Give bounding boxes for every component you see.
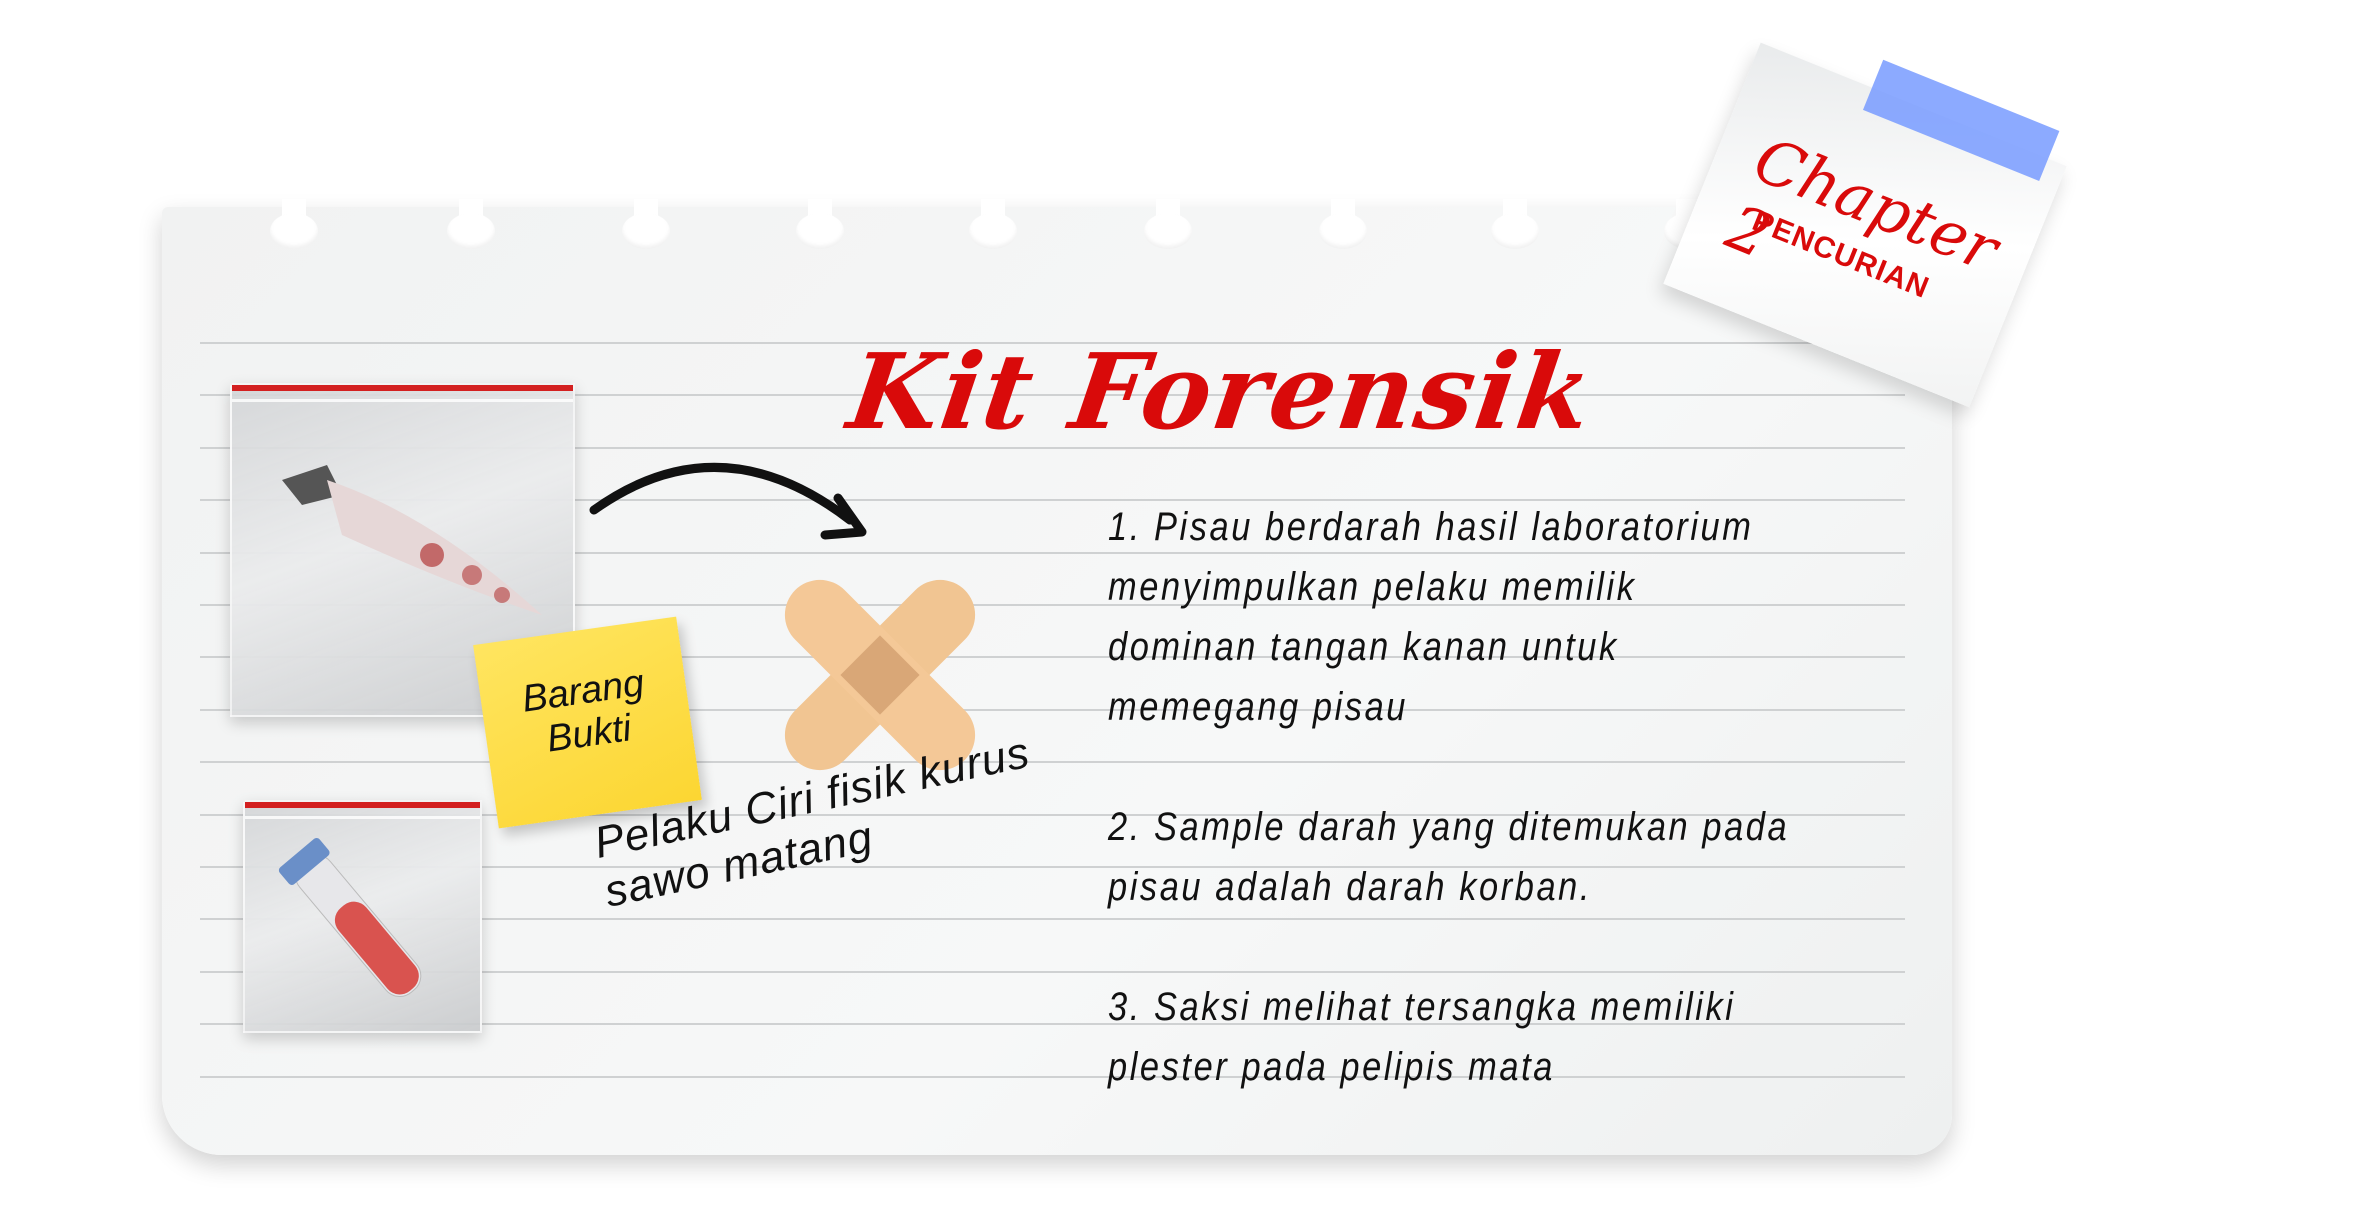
binder-hole: [270, 199, 318, 255]
note-line: 2. Sample darah yang ditemukan pada: [1108, 805, 1790, 849]
note-line: plester pada pelipis mata: [1108, 1045, 1555, 1089]
note-line: memegang pisau: [1108, 685, 1409, 729]
blood-tube-evidence-bag: [243, 800, 482, 1033]
arrow-icon: [589, 463, 867, 540]
binder-hole: [1319, 199, 1367, 255]
binder-hole: [969, 199, 1017, 255]
binder-hole: [622, 199, 670, 255]
binder-hole: [1144, 199, 1192, 255]
binder-hole: [447, 199, 495, 255]
tape: [1862, 59, 2060, 182]
binder-hole: [796, 199, 844, 255]
note-line: 1. Pisau berdarah hasil laboratorium: [1108, 505, 1754, 549]
note-line: 3. Saksi melihat tersangka memiliki: [1108, 985, 1736, 1029]
note-line: menyimpulkan pelaku memilik: [1108, 565, 1637, 609]
page-title: Kit Forensik: [841, 330, 1602, 453]
ruled-line: [200, 761, 1905, 764]
ruled-line: [200, 1075, 1905, 1078]
blood-tube-icon: [278, 837, 422, 997]
note-line: dominan tangan kanan untuk: [1108, 625, 1619, 669]
note-line: pisau adalah darah korban.: [1108, 865, 1593, 909]
sticky-note: Barang Bukti: [473, 616, 702, 829]
binder-hole: [1491, 199, 1539, 255]
